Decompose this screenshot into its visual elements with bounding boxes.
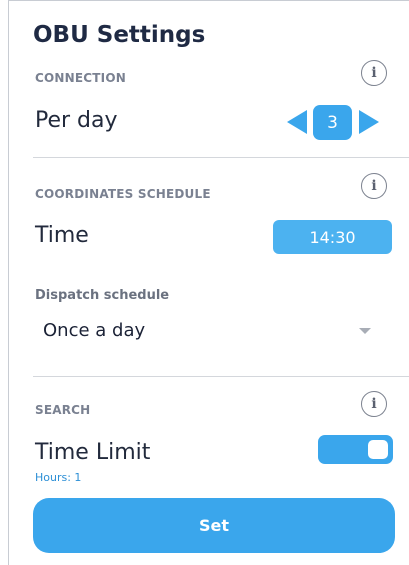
decrement-arrow-icon[interactable] bbox=[287, 110, 307, 134]
info-icon-glyph: i bbox=[371, 65, 377, 81]
dispatch-schedule-label: Dispatch schedule bbox=[35, 288, 170, 303]
page-title: OBU Settings bbox=[33, 22, 206, 48]
chevron-down-icon[interactable] bbox=[359, 328, 371, 334]
set-button[interactable]: Set bbox=[33, 498, 395, 553]
section-label-connection: CONNECTION bbox=[35, 71, 126, 85]
section-label-search: SEARCH bbox=[35, 403, 91, 417]
per-day-label: Per day bbox=[35, 108, 118, 133]
info-icon-glyph: i bbox=[371, 178, 377, 194]
info-icon-glyph: i bbox=[371, 396, 377, 412]
divider bbox=[33, 376, 409, 377]
hours-text: Hours: 1 bbox=[35, 471, 82, 484]
time-limit-label: Time Limit bbox=[35, 440, 151, 465]
info-icon[interactable]: i bbox=[361, 391, 387, 417]
divider bbox=[33, 157, 409, 158]
time-limit-toggle[interactable] bbox=[318, 435, 393, 464]
increment-arrow-icon[interactable] bbox=[359, 110, 379, 134]
per-day-counter: 3 bbox=[313, 105, 352, 140]
dispatch-schedule-select[interactable]: Once a day bbox=[43, 320, 145, 341]
time-label: Time bbox=[35, 223, 89, 248]
panel-left-border bbox=[8, 0, 9, 565]
info-icon[interactable]: i bbox=[361, 60, 387, 86]
toggle-knob bbox=[368, 440, 388, 459]
section-label-coordinates: COORDINATES SCHEDULE bbox=[35, 187, 211, 201]
info-icon[interactable]: i bbox=[361, 173, 387, 199]
time-picker-button[interactable]: 14:30 bbox=[273, 220, 392, 254]
panel-top-border bbox=[8, 0, 409, 1]
